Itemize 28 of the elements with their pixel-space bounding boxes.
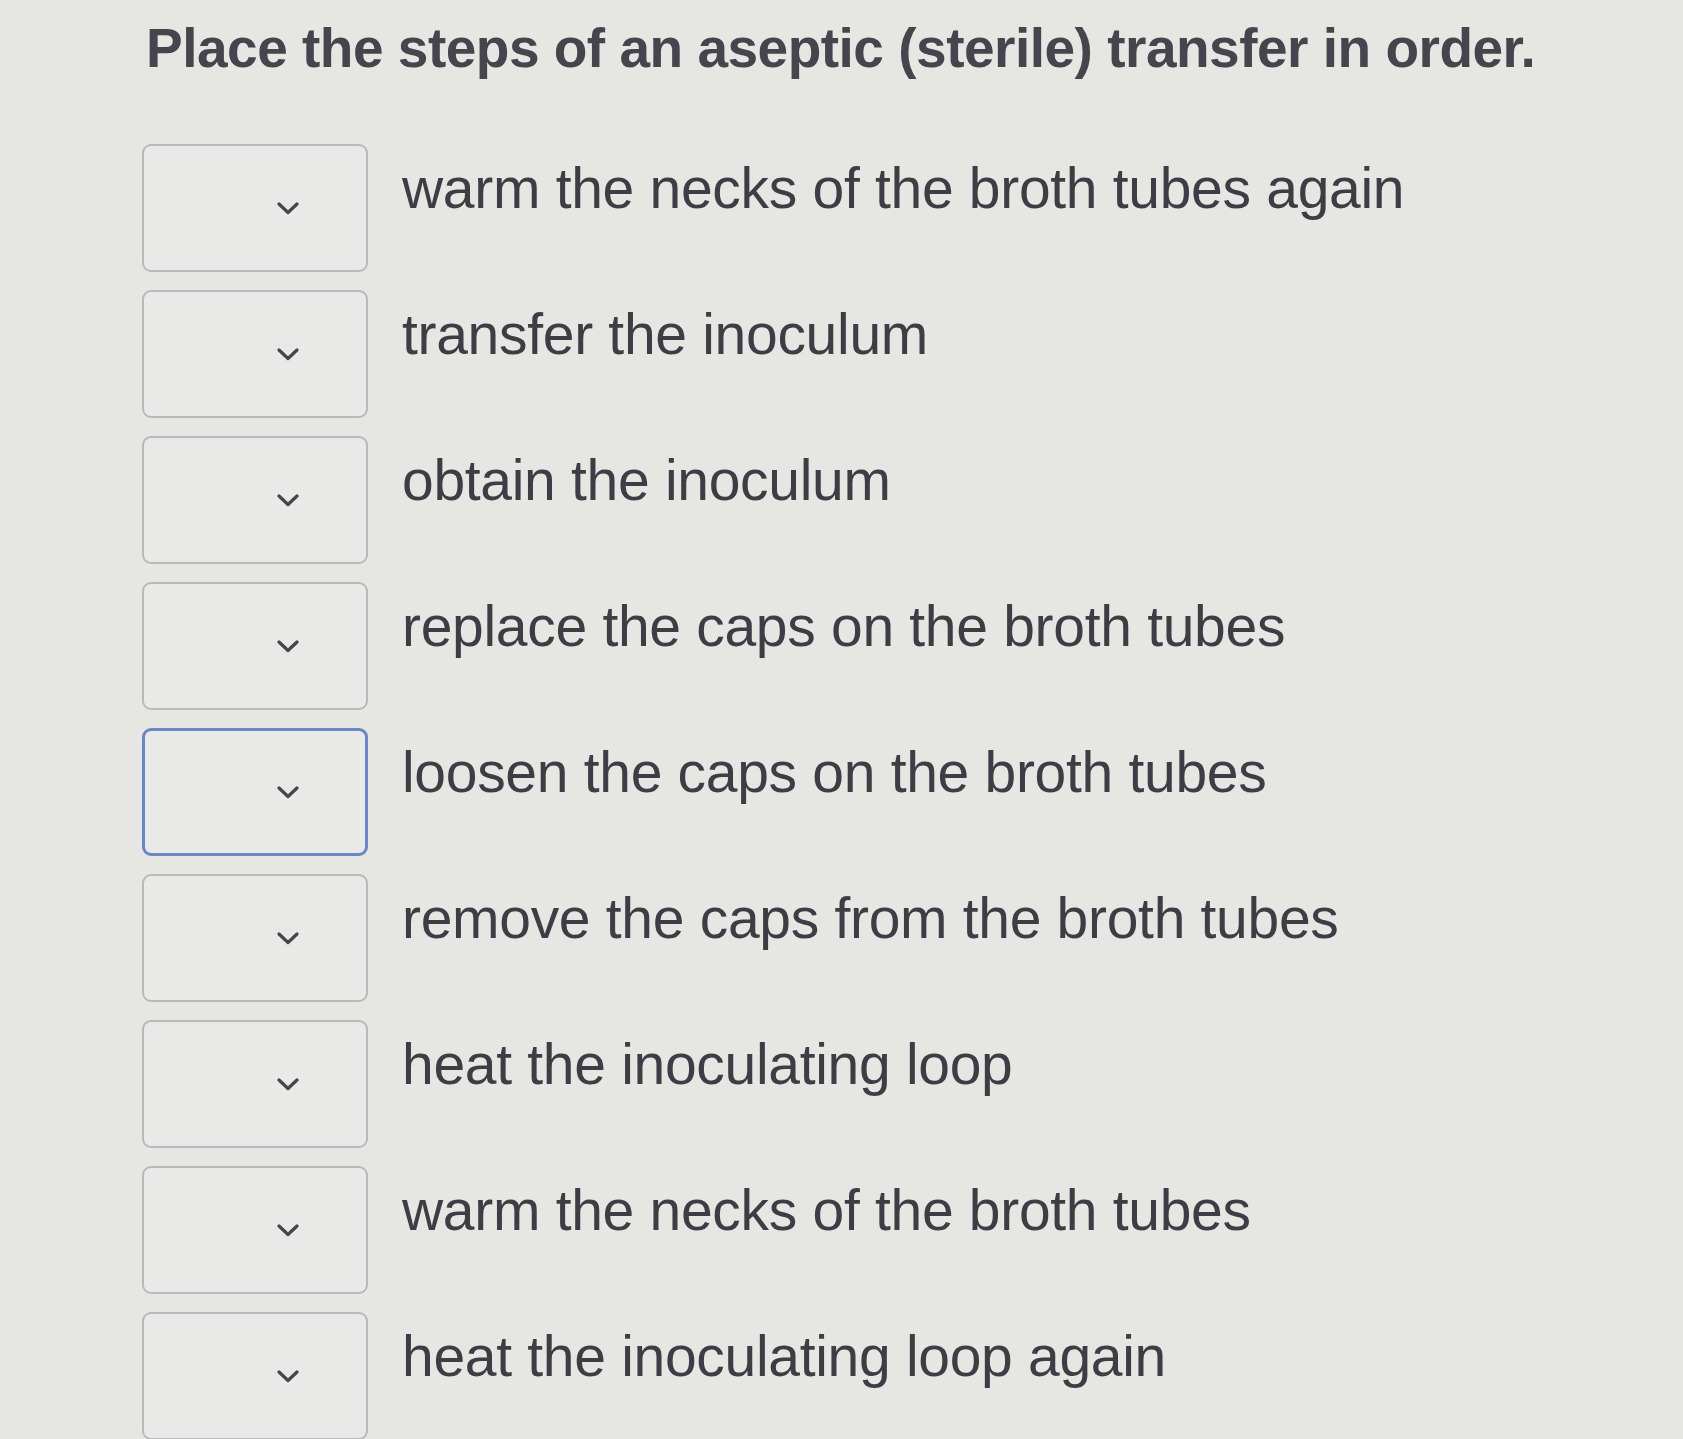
step-text: warm the necks of the broth tubes [402, 1177, 1251, 1244]
chevron-down-icon [277, 1077, 299, 1091]
step-text: loosen the caps on the broth tubes [402, 739, 1267, 806]
step-text: transfer the inoculum [402, 301, 928, 368]
chevron-down-icon [277, 201, 299, 215]
order-dropdown[interactable] [142, 436, 368, 564]
chevron-down-icon [277, 347, 299, 361]
chevron-down-icon [277, 1369, 299, 1383]
order-dropdown[interactable] [142, 290, 368, 418]
order-dropdown[interactable] [142, 1020, 368, 1148]
step-text: warm the necks of the broth tubes again [402, 155, 1405, 222]
order-dropdown[interactable] [142, 728, 368, 856]
step-text: replace the caps on the broth tubes [402, 593, 1286, 660]
step-text: heat the inoculating loop again [402, 1323, 1166, 1390]
order-dropdown[interactable] [142, 144, 368, 272]
chevron-down-icon [277, 493, 299, 507]
step-text: remove the caps from the broth tubes [402, 885, 1339, 952]
order-dropdown[interactable] [142, 1166, 368, 1294]
chevron-down-icon [277, 785, 299, 799]
step-text: obtain the inoculum [402, 447, 891, 514]
chevron-down-icon [277, 931, 299, 945]
question-title: Place the steps of an aseptic (sterile) transfer in order. [146, 16, 1536, 80]
chevron-down-icon [277, 1223, 299, 1237]
order-dropdown[interactable] [142, 582, 368, 710]
order-dropdown[interactable] [142, 874, 368, 1002]
order-dropdown[interactable] [142, 1312, 368, 1439]
step-text: heat the inoculating loop [402, 1031, 1013, 1098]
chevron-down-icon [277, 639, 299, 653]
